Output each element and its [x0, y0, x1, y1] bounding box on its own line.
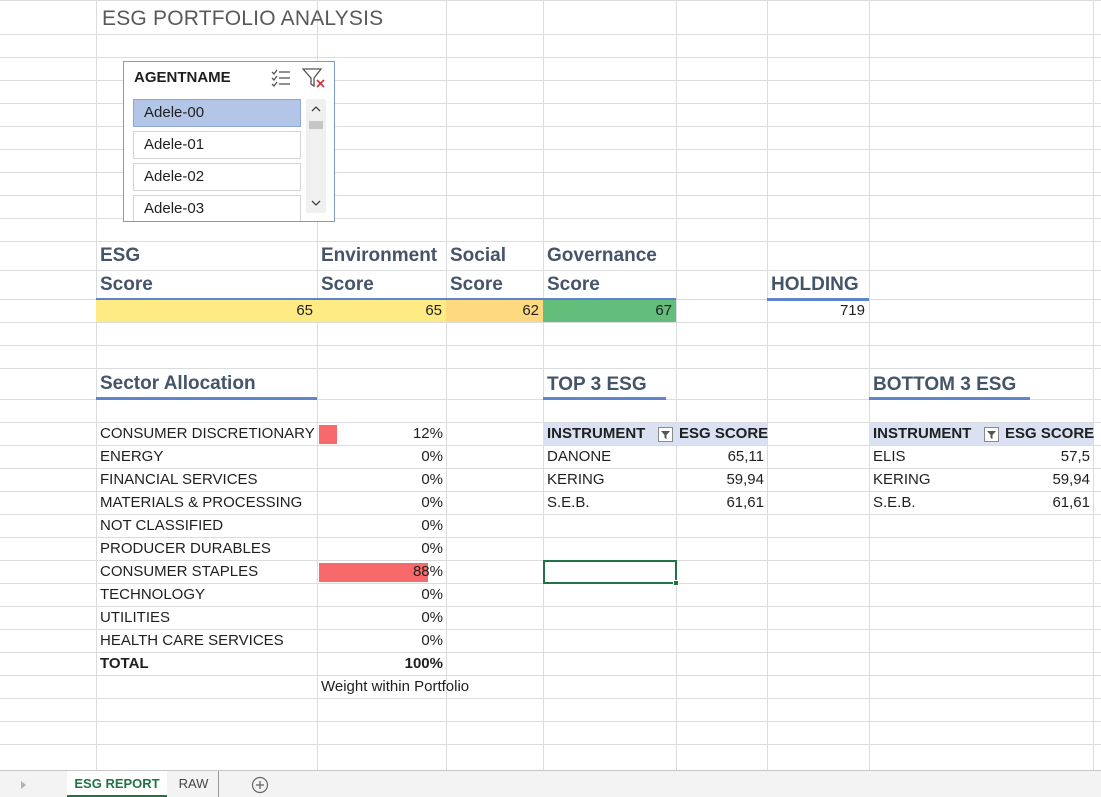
environment-score-header-line2: Score	[321, 274, 374, 295]
esg-score-value[interactable]: 65	[96, 300, 317, 322]
filter-dropdown-icon[interactable]	[984, 427, 999, 442]
governance-score-header-line2: Score	[547, 274, 600, 295]
bottom3-score: 57,5	[1060, 448, 1090, 465]
sector-pct: 0%	[421, 586, 443, 603]
top3-header-row: INSTRUMENT ESG SCORE	[543, 423, 769, 445]
report-title: ESG PORTFOLIO ANALYSIS	[102, 7, 384, 30]
slicer-item-adele-01[interactable]: Adele-01	[133, 131, 301, 159]
top3-title-underline	[543, 397, 666, 400]
holding-header: HOLDING	[771, 274, 859, 295]
social-score-header-line1: Social	[450, 245, 506, 266]
active-cell-selection[interactable]	[543, 560, 677, 584]
environment-score-header-line1: Environment	[321, 245, 438, 266]
bottom3-col-score: ESG SCORE	[1005, 425, 1095, 442]
sector-name: ENERGY	[100, 448, 164, 465]
slicer-scrollbar[interactable]	[306, 99, 326, 213]
bottom3-header-row: INSTRUMENT ESG SCORE	[869, 423, 1095, 445]
slicer-item-adele-00[interactable]: Adele-00	[133, 99, 301, 127]
esg-score-header-line2: Score	[100, 274, 153, 295]
sheet-tab-bar: ESG REPORT RAW	[0, 770, 1101, 797]
sector-name: PRODUCER DURABLES	[100, 540, 271, 557]
chevron-up-icon[interactable]	[310, 103, 322, 115]
sector-name: FINANCIAL SERVICES	[100, 471, 258, 488]
environment-score-value[interactable]: 65	[317, 300, 446, 322]
sector-name: HEALTH CARE SERVICES	[100, 632, 284, 649]
scroll-thumb[interactable]	[309, 121, 323, 129]
governance-score-value[interactable]: 67	[543, 300, 676, 322]
sector-pct: 88%	[412, 563, 443, 580]
sector-title-underline	[96, 397, 317, 400]
top3-score: 61,61	[726, 494, 764, 511]
sector-total-label: TOTAL	[100, 655, 149, 672]
sector-total-pct: 100%	[404, 655, 443, 672]
social-score-header-line2: Score	[450, 274, 503, 295]
sector-name: TECHNOLOGY	[100, 586, 206, 603]
weight-footnote: Weight within Portfolio	[321, 678, 470, 695]
sector-pct: 0%	[421, 494, 443, 511]
slicer-item-adele-02[interactable]: Adele-02	[133, 163, 301, 191]
holding-value[interactable]: 719	[767, 300, 869, 322]
sector-pct: 0%	[421, 632, 443, 649]
social-score-value[interactable]: 62	[446, 300, 543, 322]
sector-pct: 12%	[412, 425, 443, 442]
sector-name: MATERIALS & PROCESSING	[100, 494, 303, 511]
top3-score: 59,94	[726, 471, 764, 488]
slicer-item-adele-03[interactable]: Adele-03	[133, 195, 301, 221]
sector-name: NOT CLASSIFIED	[100, 517, 224, 534]
agentname-slicer[interactable]: AGENTNAME Adele-00 Adele-01 Adele-02 Ade…	[123, 61, 335, 222]
top3-score: 65,11	[727, 448, 764, 465]
fill-handle[interactable]	[673, 580, 679, 586]
sector-pct: 0%	[421, 471, 443, 488]
sector-pct: 0%	[421, 609, 443, 626]
tab-raw[interactable]: RAW	[169, 771, 219, 797]
top3-col-score: ESG SCORE	[679, 425, 769, 442]
sector-pct: 0%	[421, 448, 443, 465]
top3-title: TOP 3 ESG	[547, 374, 647, 395]
sector-name: CONSUMER STAPLES	[100, 563, 259, 580]
sector-allocation-title: Sector Allocation	[100, 373, 256, 394]
sector-name: UTILITIES	[100, 609, 171, 626]
sector-pct: 0%	[421, 517, 443, 534]
tab-esg-report[interactable]: ESG REPORT	[67, 771, 167, 797]
bottom3-score: 61,61	[1052, 494, 1090, 511]
top3-col-instrument: INSTRUMENT	[547, 425, 646, 442]
scroll-tabs-icon[interactable]	[20, 780, 28, 790]
add-sheet-icon[interactable]	[251, 776, 269, 794]
esg-score-header-line1: ESG	[100, 245, 141, 266]
bottom3-col-instrument: INSTRUMENT	[873, 425, 972, 442]
sector-name: CONSUMER DISCRETIONARY	[100, 425, 315, 442]
bottom3-title: BOTTOM 3 ESG	[873, 374, 1017, 395]
slicer-header: AGENTNAME	[134, 69, 231, 86]
bottom3-score: 59,94	[1052, 471, 1090, 488]
bottom3-title-underline	[869, 397, 1030, 400]
clear-filter-icon[interactable]	[302, 67, 326, 89]
governance-score-header-line1: Governance	[547, 245, 657, 266]
filter-dropdown-icon[interactable]	[658, 427, 673, 442]
chevron-down-icon[interactable]	[310, 197, 322, 209]
multi-select-icon[interactable]	[271, 68, 291, 88]
sector-pct: 0%	[421, 540, 443, 557]
